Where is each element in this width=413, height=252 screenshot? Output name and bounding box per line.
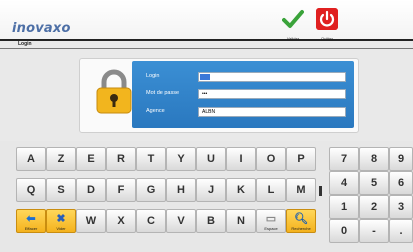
key-c[interactable]: C [136,209,166,233]
clear-icon: ✖ [56,213,66,225]
key-x[interactable]: X [106,209,136,233]
login-label: Login [146,73,160,79]
key-4[interactable]: 4 [329,171,359,195]
arrow-left-icon: ⬅ [26,213,36,225]
search-label: Recherche [291,226,311,231]
password-label: Mot de passe [146,90,180,96]
clear-key[interactable]: ✖ Vider [46,209,76,233]
key-i[interactable]: I [226,147,256,171]
header: inovaxo Valider Quitter [0,0,413,41]
key-l[interactable]: L [256,178,286,202]
breadcrumb: Login [18,41,32,47]
key-z[interactable]: Z [46,147,76,171]
key-n[interactable]: N [226,209,256,233]
key-w[interactable]: W [76,209,106,233]
key-g[interactable]: G [136,178,166,202]
key-y[interactable]: Y [166,147,196,171]
checkmark-icon [282,10,304,28]
login-cursor [200,74,210,80]
validate-button[interactable]: Valider [280,8,306,41]
app-logo: inovaxo [12,21,71,36]
login-field[interactable] [198,72,346,82]
key-b[interactable]: B [196,209,226,233]
key-7[interactable]: 7 [329,147,359,171]
key-d[interactable]: D [76,178,106,202]
search-icon: 🔍︎ [294,213,308,225]
spacebar-icon: ▭ [265,213,277,225]
space-label: Espace [264,226,278,231]
padlock-icon [96,69,132,114]
key-v[interactable]: V [166,209,196,233]
key-s[interactable]: S [46,178,76,202]
keyboard-separator [319,186,322,196]
key-9[interactable]: 9 [389,147,413,171]
key-u[interactable]: U [196,147,226,171]
key-f[interactable]: F [106,178,136,202]
key-h[interactable]: H [166,178,196,202]
header-divider [0,39,413,41]
agency-label: Agence [146,108,165,114]
login-form: Login Mot de passe ••• Agence ALBN [132,61,354,128]
space-key[interactable]: ▭ Espace [256,209,286,233]
login-row: Login [132,72,354,84]
erase-key[interactable]: ⬅ Effacer [16,209,46,233]
key-2[interactable]: 2 [359,195,389,219]
key-1[interactable]: 1 [329,195,359,219]
erase-label: Effacer [24,226,38,231]
key-5[interactable]: 5 [359,171,389,195]
key-dot[interactable]: . [389,219,413,243]
key-0[interactable]: 0 [329,219,359,243]
breadcrumb-divider [0,48,413,49]
password-row: Mot de passe ••• [132,89,354,101]
key-q[interactable]: Q [16,178,46,202]
clear-label: Vider [56,226,66,231]
search-key[interactable]: 🔍︎ Recherche [286,209,316,233]
key-m[interactable]: M [286,178,316,202]
key-t[interactable]: T [136,147,166,171]
key-a[interactable]: A [16,147,46,171]
key-6[interactable]: 6 [389,171,413,195]
agency-row: Agence ALBN [132,107,354,119]
password-field[interactable]: ••• [198,89,346,99]
key-e[interactable]: E [76,147,106,171]
key-minus[interactable]: - [359,219,389,243]
agency-field[interactable]: ALBN [198,107,346,117]
key-k[interactable]: K [226,178,256,202]
key-8[interactable]: 8 [359,147,389,171]
key-3[interactable]: 3 [389,195,413,219]
key-r[interactable]: R [106,147,136,171]
key-p[interactable]: P [286,147,316,171]
key-j[interactable]: J [196,178,226,202]
power-icon [316,8,338,30]
key-o[interactable]: O [256,147,286,171]
login-panel: Login Mot de passe ••• Agence ALBN [79,58,359,133]
quit-button[interactable]: Quitter [314,8,340,41]
